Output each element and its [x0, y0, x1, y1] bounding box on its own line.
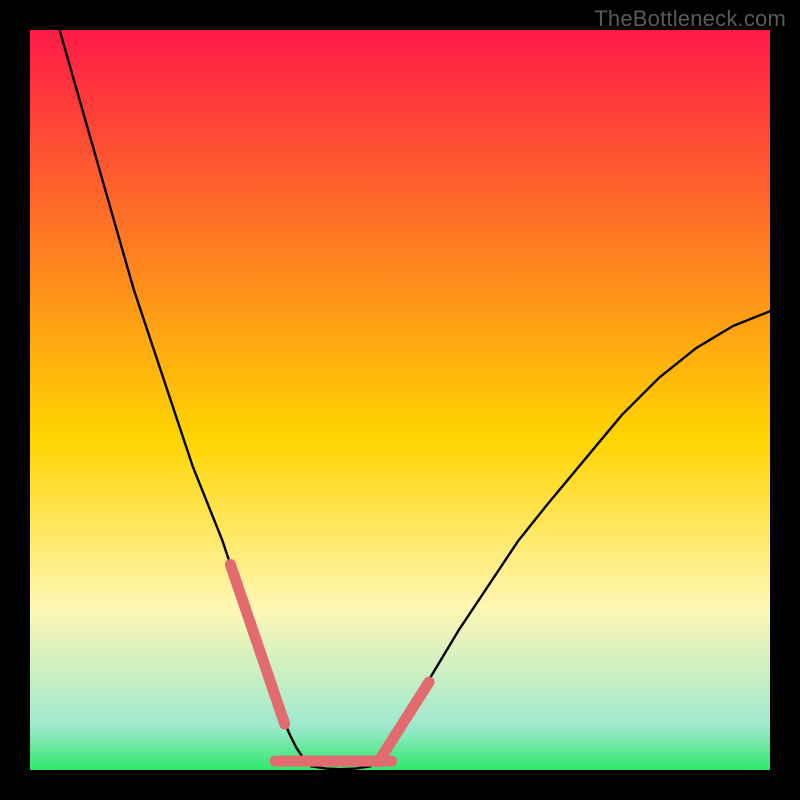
chart-svg: [30, 30, 770, 770]
pink-right-piece: [421, 682, 429, 694]
pink-left-piece: [277, 700, 285, 724]
gradient-rect: [30, 30, 770, 770]
plot-area: [30, 30, 770, 770]
pink-left-piece: [258, 646, 266, 670]
watermark-text: TheBottleneck.com: [594, 6, 786, 32]
pink-left-piece: [240, 592, 248, 616]
black-frame: TheBottleneck.com: [0, 0, 800, 800]
pink-left-piece: [230, 564, 238, 588]
pink-left-piece: [267, 673, 275, 697]
pink-left-piece: [249, 619, 257, 643]
